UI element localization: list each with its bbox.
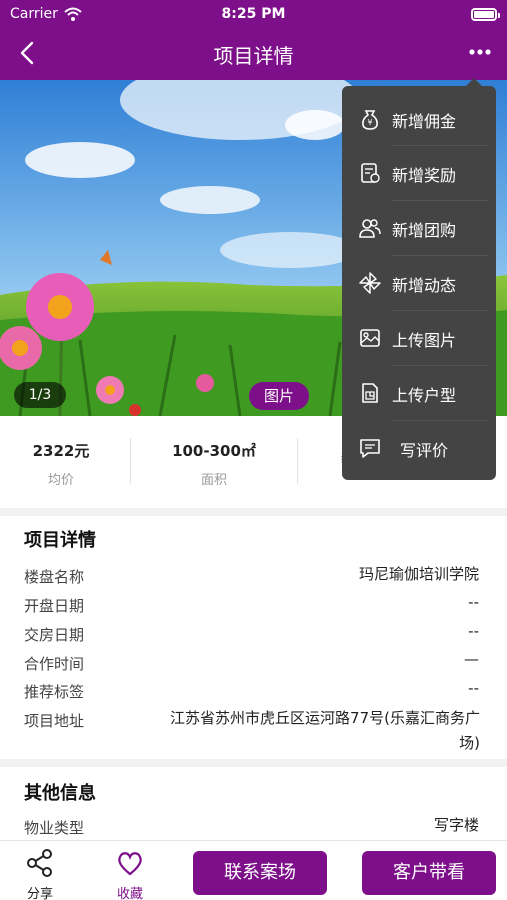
menu-label: 新增佣金 [392,112,457,131]
contact-site-button[interactable]: 联系案场 [193,851,327,895]
bottom-action-bar: 分享 收藏 联系案场 客户带看 [0,840,507,900]
detail-label-open-date: 开盘日期 [24,597,85,615]
detail-value-address: 江苏省苏州市虎丘区运河路77号(乐嘉汇商务广 场) [110,706,480,756]
stat-label: 面积 [200,473,227,488]
section-title: 其他信息 [24,783,96,804]
share-icon [27,849,52,877]
stat-label: 均价 [47,473,74,488]
reward-doc-icon [361,163,380,183]
menu-item-upload-floorplan[interactable]: 上传户型 [342,366,496,420]
detail-label-tags: 推荐标签 [24,683,85,701]
menu-label: 新增团购 [392,221,457,240]
stat-avg-price: 2322元 均价 [0,440,126,488]
clock: 8:25 PM [221,6,286,22]
other-value-property-type: 写字楼 [433,816,479,834]
menu-item-add-group-buy[interactable]: 新增团购 [342,201,496,255]
divider [130,438,131,484]
menu-item-upload-image[interactable]: 上传图片 [342,311,496,365]
menu-item-add-news[interactable]: 新增动态 [342,256,496,310]
comment-icon [360,439,380,458]
other-label-property-type: 物业类型 [24,819,85,837]
more-actions-menu: ¥ 新增佣金 新增奖励 新增团购 新增动态 上传图片 上传户型 写评价 [342,78,496,480]
menu-item-add-reward[interactable]: 新增奖励 [342,146,496,200]
favorite-label: 收藏 [116,887,143,900]
section-title: 项目详情 [24,530,96,551]
detail-value-tags: -- [468,679,479,697]
top-bar: Carrier 8:25 PM 项目详情 [0,0,507,80]
floorplan-icon [362,383,378,403]
battery-icon [471,8,500,21]
menu-label: 新增奖励 [392,166,457,185]
image-pager: 1/3 [14,382,66,408]
menu-label: 写评价 [400,441,449,460]
stat-value: 100-300㎡ [172,442,256,460]
project-details-card: 项目详情 楼盘名称 玛尼瑜伽培训学院 开盘日期 -- 交房日期 -- 合作时间 … [0,516,507,759]
money-bag-icon: ¥ [362,110,378,130]
menu-label: 新增动态 [392,276,457,295]
page-title: 项目详情 [213,44,294,68]
image-icon [360,329,380,347]
status-bar: Carrier 8:25 PM [0,6,507,24]
stat-area: 100-300㎡ 面积 [149,440,279,488]
menu-label: 上传户型 [392,386,457,405]
customer-visit-button[interactable]: 客户带看 [362,851,496,895]
address-line: 场) [459,734,480,752]
detail-label-name: 楼盘名称 [24,568,85,586]
stat-value: 2322元 [32,442,90,460]
menu-item-write-review[interactable]: 写评价 [342,421,496,475]
detail-label-coop-time: 合作时间 [24,655,85,673]
detail-label-address: 项目地址 [24,712,85,730]
app-screen: Carrier 8:25 PM 项目详情 1/3 图片 2322元 均价 100… [0,0,507,900]
more-dots-icon[interactable] [465,40,495,64]
detail-value-delivery-date: -- [468,622,479,640]
svg-text:¥: ¥ [367,118,372,127]
detail-value-coop-time: — [464,650,479,668]
heart-icon [118,852,142,876]
detail-label-delivery-date: 交房日期 [24,626,85,644]
menu-item-add-commission[interactable]: ¥ 新增佣金 [342,92,496,146]
detail-value-name: 玛尼瑜伽培训学院 [358,565,479,583]
detail-value-open-date: -- [468,593,479,611]
menu-label: 上传图片 [392,331,457,350]
photo-category-tag[interactable]: 图片 [249,382,309,410]
share-button[interactable]: 分享 [10,849,70,900]
share-label: 分享 [26,887,53,900]
group-users-icon [359,219,381,238]
other-info-card: 其他信息 物业类型 写字楼 [0,767,507,840]
favorite-button[interactable]: 收藏 [100,849,160,900]
address-line: 江苏省苏州市虎丘区运河路77号(乐嘉汇商务广 [170,709,480,727]
pinwheel-icon [359,272,381,294]
